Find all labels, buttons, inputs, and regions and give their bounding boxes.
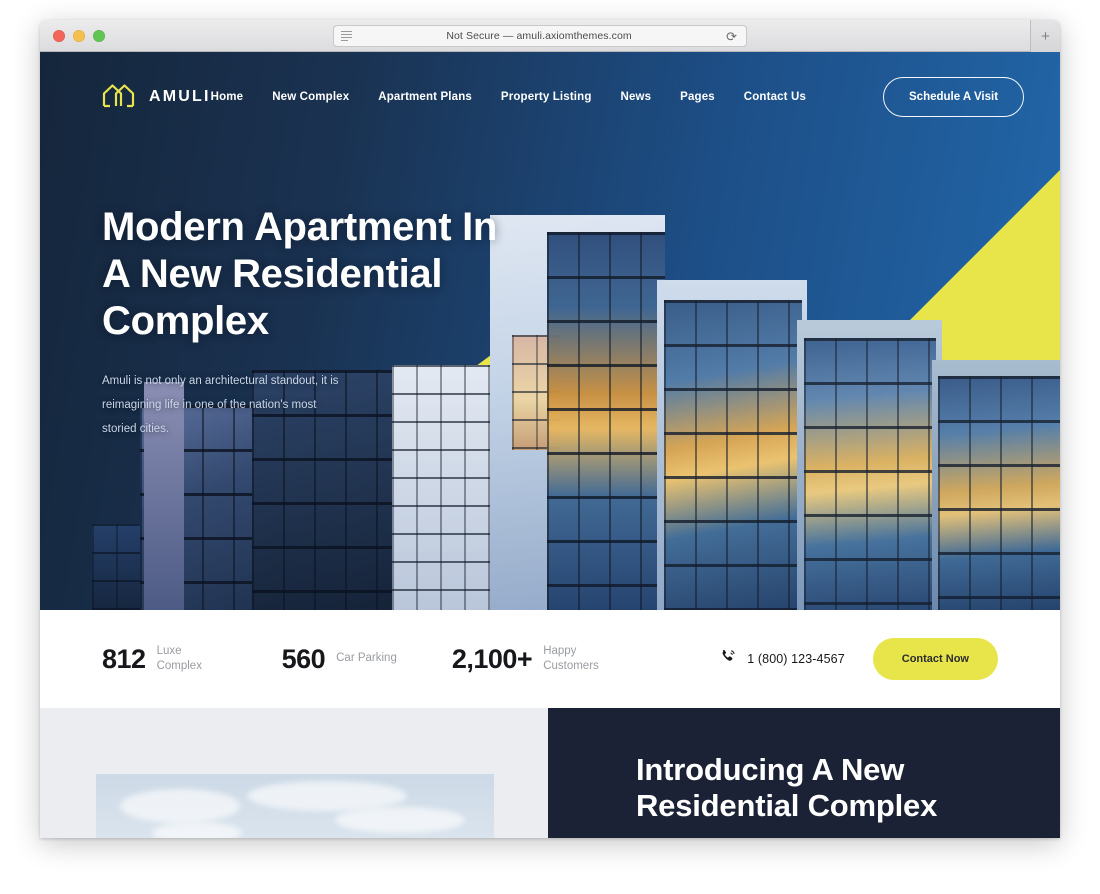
stat-value: 812 [102,643,146,674]
nav-item-contact-us[interactable]: Contact Us [744,91,806,103]
stat-item: 560 Car Parking [281,643,397,674]
hero-title: Modern Apartment In A New Residential Co… [102,205,498,343]
nav-item-pages[interactable]: Pages [680,91,715,103]
stat-item: 812 Luxe Complex [102,644,227,674]
stats-list: 812 Luxe Complex 560 Car Parking 2,100+ … [102,644,613,674]
url-text: Not Secure — amuli.axiomthemes.com [446,30,632,42]
tower-glass-facade [547,232,665,610]
stat-item: 2,100+ Happy Customers [452,644,613,674]
browser-window: Not Secure — amuli.axiomthemes.com ⟳ + M… [40,20,1060,838]
glass-facade [664,300,802,610]
nav-item-apartment-plans[interactable]: Apartment Plans [378,91,472,103]
phone-call-icon [720,648,737,670]
reader-view-icon[interactable] [341,30,352,42]
hero-subtitle: Amuli is not only an architectural stand… [102,375,339,435]
contact-area: 1 (800) 123-4567 Contact Now [720,638,998,680]
address-bar[interactable]: Not Secure — amuli.axiomthemes.com ⟳ [333,25,747,47]
stat-value: 2,100+ [451,643,533,674]
stat-value: 560 [281,643,326,674]
main-navigation: Home New Complex Apartment Plans Propert… [211,77,1060,117]
house-arch-icon [102,82,138,113]
page-viewport: Modern Apartment In A New Residential Co… [40,52,1060,838]
hero-copy: Modern Apartment In A New Residential Co… [102,204,522,441]
intro-left-panel [40,708,548,838]
nav-item-property-listing[interactable]: Property Listing [501,91,592,103]
logo-text: AMULI [149,88,211,105]
glass-facade [938,376,1060,610]
maximize-window-button[interactable] [93,29,105,42]
browser-titlebar: Not Secure — amuli.axiomthemes.com ⟳ + [40,20,1060,52]
nav-item-home[interactable]: Home [211,91,244,103]
schedule-a-visit-button[interactable]: Schedule A Visit [883,77,1025,117]
nav-item-new-complex[interactable]: New Complex [272,91,349,103]
stat-label: Luxe Complex [156,644,202,672]
new-tab-button[interactable]: + [1030,20,1060,52]
cityscape-photo [96,774,494,838]
contact-now-button[interactable]: Contact Now [872,638,998,680]
stat-label: Car Parking [336,652,397,665]
desktop-background: Not Secure — amuli.axiomthemes.com ⟳ + M… [0,0,1100,894]
phone-link[interactable]: 1 (800) 123-4567 [720,648,845,670]
site-logo[interactable]: AMULI [102,82,211,113]
glass-facade [804,338,936,610]
stats-bar: 812 Luxe Complex 560 Car Parking 2,100+ … [40,610,1060,708]
stat-label: Happy Customers [543,644,599,672]
close-window-button[interactable] [53,29,65,42]
site-header: AMULI Home New Complex Apartment Plans P… [40,52,1060,142]
intro-title: Introducing A New Residential Complex [636,752,938,824]
intro-right-panel: Introducing A New Residential Complex [548,708,1060,838]
window-controls[interactable] [53,29,105,42]
hero-section: Modern Apartment In A New Residential Co… [40,52,1060,610]
nav-item-news[interactable]: News [621,91,652,103]
minimize-window-button[interactable] [73,29,85,42]
intro-section: Introducing A New Residential Complex [40,708,1060,838]
phone-number: 1 (800) 123-4567 [747,652,845,666]
reload-icon[interactable]: ⟳ [726,30,737,43]
